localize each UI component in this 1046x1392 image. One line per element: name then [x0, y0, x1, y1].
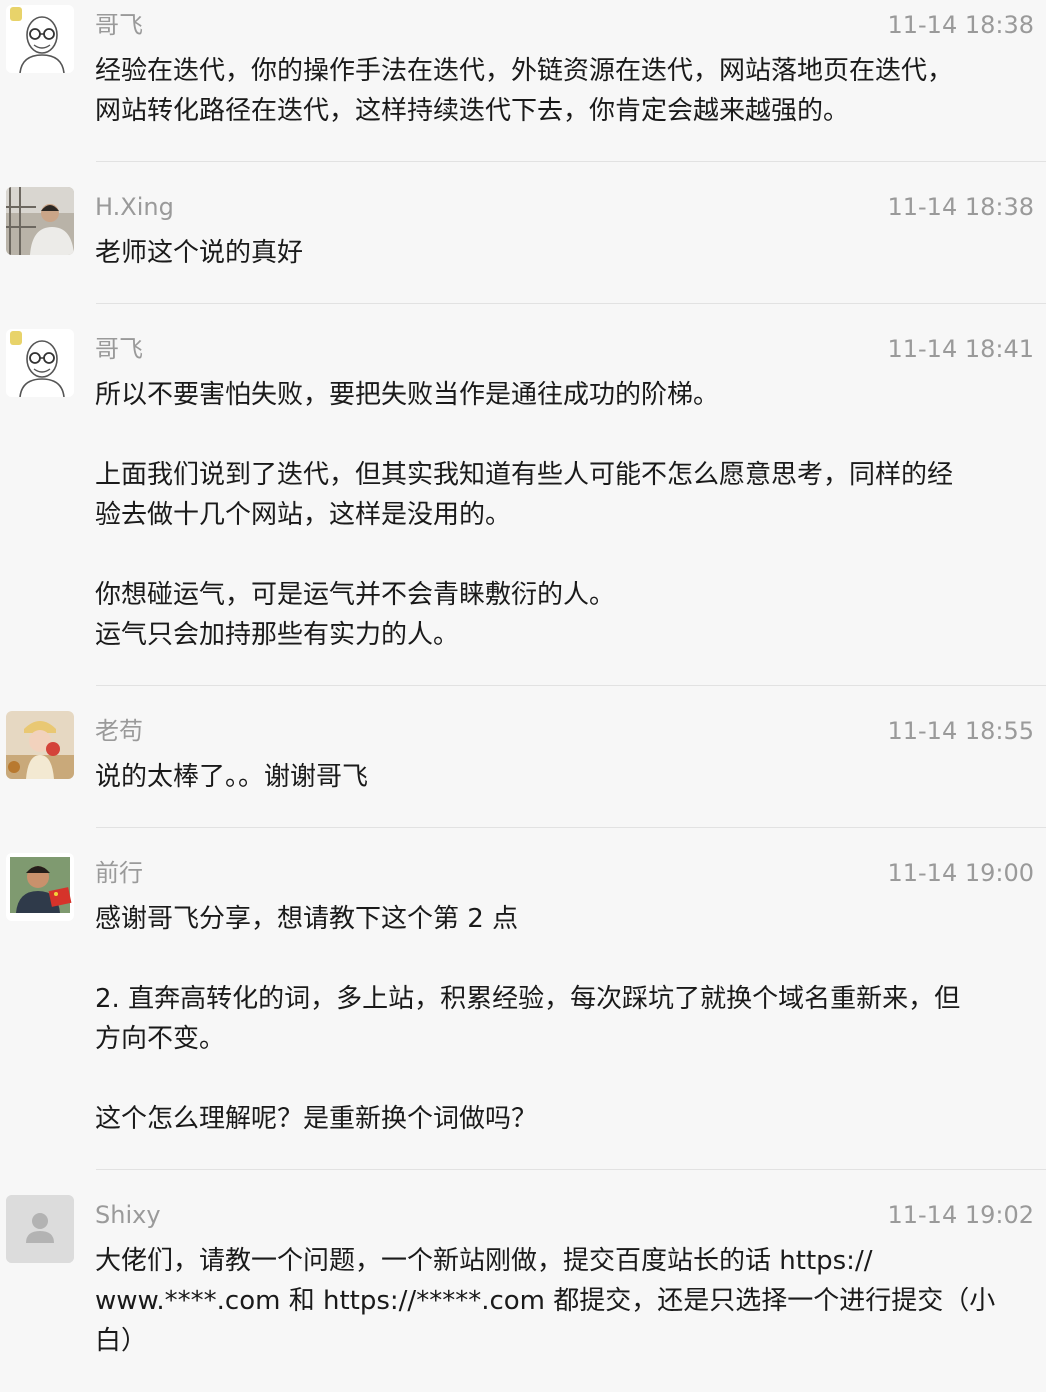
comment-author[interactable]: 哥飞 — [95, 9, 143, 41]
comment-thread: 哥飞 11-14 18:38 经验在迭代，你的操作手法在迭代，外链资源在迭代，网… — [0, 0, 1046, 1392]
comment-content: 老师这个说的真好 — [95, 233, 1030, 273]
photo-avatar-man-flag-icon — [6, 853, 74, 921]
avatar[interactable] — [6, 5, 74, 73]
comment-paragraph: 老师这个说的真好 — [95, 238, 304, 268]
comment-paragraph: 大佬们，请教一个问题，一个新站刚做，提交百度站长的话 https:// www.… — [95, 1246, 996, 1356]
photo-avatar-child-icon — [6, 711, 74, 779]
comment-content: 所以不要害怕失败，要把失败当作是通往成功的阶梯。 上面我们说到了迭代，但其实我知… — [95, 375, 1030, 655]
comment-author[interactable]: 老苟 — [95, 715, 143, 747]
comment-paragraph: 2. 直奔高转化的词，多上站，积累经验，每次踩坑了就换个域名重新来，但 方向不变… — [95, 984, 961, 1054]
comment-paragraph: 感谢哥飞分享，想请教下这个第 2 点 — [95, 904, 519, 934]
comment-author[interactable]: Shixy — [95, 1199, 161, 1231]
comment-time: 11-14 19:02 — [887, 1201, 1034, 1229]
avatar[interactable] — [6, 853, 74, 921]
comment-author[interactable]: H.Xing — [95, 191, 174, 223]
comment-author[interactable]: 哥飞 — [95, 333, 143, 365]
comment-paragraph: 经验在迭代，你的操作手法在迭代，外链资源在迭代，网站落地页在迭代， 网站转化路径… — [95, 56, 954, 126]
bald-glasses-cartoon-avatar-icon — [6, 329, 74, 397]
divider — [96, 827, 1046, 828]
comment-paragraph: 说的太棒了。。谢谢哥飞 — [95, 762, 369, 792]
divider — [96, 1169, 1046, 1170]
comment-paragraph: 你想碰运气，可是运气并不会青睐敷衍的人。 运气只会加持那些有实力的人。 — [95, 580, 616, 650]
bald-glasses-cartoon-avatar-icon — [6, 5, 74, 73]
avatar[interactable] — [6, 1195, 74, 1263]
comment-content: 说的太棒了。。谢谢哥飞 — [95, 757, 1030, 797]
divider — [96, 303, 1046, 304]
comment-paragraph: 上面我们说到了迭代，但其实我知道有些人可能不怎么愿意思考，同样的经 验去做十几个… — [95, 460, 954, 530]
comment-author[interactable]: 前行 — [95, 857, 143, 889]
default-user-avatar-icon — [6, 1195, 74, 1263]
comment-content: 大佬们，请教一个问题，一个新站刚做，提交百度站长的话 https:// www.… — [95, 1241, 1030, 1361]
comment-time: 11-14 18:38 — [887, 11, 1034, 39]
comment-time: 11-14 19:00 — [887, 859, 1034, 887]
comment-time: 11-14 18:41 — [887, 335, 1034, 363]
avatar[interactable] — [6, 187, 74, 255]
divider — [96, 161, 1046, 162]
photo-avatar-man-icon — [6, 187, 74, 255]
comment-time: 11-14 18:55 — [887, 717, 1034, 745]
comment-paragraph: 所以不要害怕失败，要把失败当作是通往成功的阶梯。 — [95, 380, 720, 410]
avatar[interactable] — [6, 329, 74, 397]
comment-content: 经验在迭代，你的操作手法在迭代，外链资源在迭代，网站落地页在迭代， 网站转化路径… — [95, 51, 1030, 131]
comment-content: 感谢哥飞分享，想请教下这个第 2 点 2. 直奔高转化的词，多上站，积累经验，每… — [95, 899, 1030, 1139]
avatar[interactable] — [6, 711, 74, 779]
divider — [96, 685, 1046, 686]
comment-time: 11-14 18:38 — [887, 193, 1034, 221]
comment-paragraph: 这个怎么理解呢？是重新换个词做吗？ — [95, 1104, 538, 1134]
